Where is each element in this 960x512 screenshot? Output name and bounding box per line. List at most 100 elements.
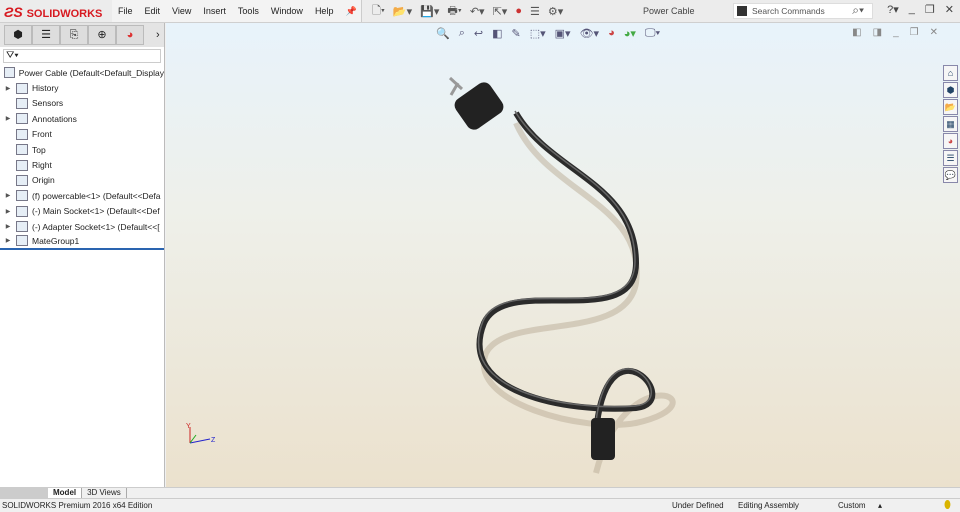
open-icon[interactable]: 📂▾ — [393, 5, 412, 18]
plane-icon — [16, 128, 28, 140]
command-icon — [737, 6, 747, 16]
edition-label: SOLIDWORKS Premium 2016 x64 Edition — [2, 501, 153, 510]
menu-edit[interactable]: Edit — [145, 6, 161, 16]
dimxpert-tab[interactable]: ⊕ — [88, 25, 116, 45]
design-library-icon[interactable]: ⬢ — [943, 82, 958, 98]
expand-arrow-icon[interactable]: ▶ — [0, 208, 16, 215]
bottom-tabs: Model 3D Views — [0, 487, 960, 498]
view-palette-icon[interactable]: ▦ — [943, 116, 958, 132]
displaymanager-tab[interactable]: ◕ — [116, 25, 144, 45]
menu-view[interactable]: View — [172, 6, 191, 16]
tree-item-label: MateGroup1 — [32, 235, 80, 246]
graphics-area[interactable]: 🔍 ⌕ ↩ ◧ ✎ ⬚▾ ▣▾ 👁▾ ◕ ◕▾ 🖵▾ ◧ ◨ _ ❐ ✕ YZ … — [166, 23, 960, 487]
plug-main — [448, 76, 504, 130]
expand-arrow-icon[interactable]: ▶ — [0, 223, 16, 230]
axis-triad: YZ — [186, 423, 216, 444]
print-icon[interactable]: 🖶▾ — [447, 2, 461, 21]
menu-file[interactable]: File — [118, 6, 133, 16]
document-title: Power Cable — [643, 6, 695, 16]
file-properties-icon[interactable]: ☰ — [530, 5, 540, 18]
tree-item[interactable]: Origin — [0, 173, 164, 188]
tree-item[interactable]: Right — [0, 157, 164, 172]
search-commands-input[interactable]: Search Commands ⌕▾ — [733, 3, 873, 19]
feature-manager-panel: ⬢ ☰ ⎘ ⊕ ◕ › ⛛▾ Power Cable (Default<Defa… — [0, 23, 165, 487]
window-controls: ?▾ _ ❐ ✕ — [887, 3, 954, 16]
select-icon[interactable]: ⇱▾ — [493, 5, 508, 18]
history-folder-icon — [16, 82, 28, 94]
home-icon[interactable]: ⌂ — [943, 65, 958, 81]
minimize-button[interactable]: _ — [909, 3, 915, 16]
tab-3d-views[interactable]: 3D Views — [82, 488, 127, 498]
title-bar: ƧS SOLIDWORKS File Edit View Insert Tool… — [0, 0, 960, 23]
tree-item-label: Annotations — [32, 113, 77, 124]
save-icon[interactable]: 💾▾ — [420, 5, 439, 18]
expand-arrow-icon[interactable]: ▶ — [0, 85, 16, 92]
rebuild-icon[interactable]: ● — [515, 5, 522, 17]
tree-item-label: Front — [32, 129, 52, 140]
tree-item[interactable]: ▶ (f) powercable<1> (Default<<Defa — [0, 188, 164, 203]
options-gear-icon[interactable]: ⚙▾ — [548, 5, 563, 18]
rebuild-status-icon[interactable]: ⬮ — [944, 499, 951, 512]
menu-window[interactable]: Window — [271, 6, 303, 16]
units-dropdown-icon[interactable]: ▴ — [878, 499, 882, 512]
tabs-more-chevron-icon[interactable]: › — [156, 29, 160, 41]
tree-item-label: Top — [32, 144, 46, 155]
tree-item[interactable]: Top — [0, 142, 164, 157]
tree-root-label: Power Cable (Default<Default_Display — [18, 67, 164, 78]
mates-icon — [16, 235, 28, 247]
menu-insert[interactable]: Insert — [203, 6, 226, 16]
tree-item[interactable]: ▶ (-) Adapter Socket<1> (Default<<[ — [0, 219, 164, 234]
manager-tabs: ⬢ ☰ ⎘ ⊕ ◕ › — [0, 23, 164, 47]
tree-item-label: Origin — [32, 175, 55, 186]
undo-icon[interactable]: ↶▾ — [470, 5, 485, 18]
file-explorer-icon[interactable]: 📂 — [943, 99, 958, 115]
cable-model: YZ — [186, 76, 676, 474]
featuremanager-tab[interactable]: ⬢ — [4, 25, 32, 45]
status-bar: SOLIDWORKS Premium 2016 x64 Edition Unde… — [0, 498, 960, 512]
search-icon[interactable]: ⌕▾ — [852, 3, 864, 17]
expand-arrow-icon[interactable]: ▶ — [0, 237, 16, 244]
standard-toolbar: 🗋▾ 📂▾ 💾▾ 🖶▾ ↶▾ ⇱▾ ● ☰ ⚙▾ — [372, 3, 563, 19]
help-icon[interactable]: ?▾ — [887, 3, 899, 16]
tab-model[interactable]: Model — [48, 488, 83, 498]
propertymanager-tab[interactable]: ☰ — [32, 25, 60, 45]
tree-root[interactable]: Power Cable (Default<Default_Display — [0, 65, 164, 80]
tree-item-label: Sensors — [32, 98, 64, 109]
menu-tools[interactable]: Tools — [238, 6, 259, 16]
tree-item-label: (f) powercable<1> (Default<<Defa — [32, 190, 161, 201]
menu-help[interactable]: Help — [315, 6, 334, 16]
configurationmanager-tab[interactable]: ⎘ — [60, 25, 88, 45]
tree-item[interactable]: ▶ (-) Main Socket<1> (Default<<Def — [0, 204, 164, 219]
tab-scroll-arrows[interactable] — [0, 488, 48, 498]
definition-status: Under Defined — [672, 501, 724, 510]
custom-properties-icon[interactable]: ☰ — [943, 150, 958, 166]
tree-item-label: (-) Adapter Socket<1> (Default<<[ — [32, 221, 160, 232]
new-icon[interactable]: 🗋▾ — [372, 2, 385, 21]
forum-icon[interactable]: 💬 — [943, 167, 958, 183]
close-button[interactable]: ✕ — [945, 3, 954, 16]
tree-item[interactable]: ▶ Annotations — [0, 111, 164, 126]
task-pane-tabs: ⌂ ⬢ 📂 ▦ ◕ ☰ 💬 — [943, 65, 960, 183]
feature-tree: Power Cable (Default<Default_Display ▶ Hi… — [0, 65, 164, 250]
menu-bar: File Edit View Insert Tools Window Help … — [112, 0, 362, 22]
restore-button[interactable]: ❐ — [925, 3, 935, 16]
expand-arrow-icon[interactable]: ▶ — [0, 115, 16, 122]
svg-text:Z: Z — [211, 437, 216, 444]
solidworks-logo[interactable]: ƧS SOLIDWORKS — [4, 2, 110, 22]
pin-icon[interactable]: 📌 — [345, 6, 356, 17]
editing-mode: Editing Assembly — [738, 501, 799, 510]
plane-icon — [16, 159, 28, 171]
tree-filter[interactable]: ⛛▾ — [3, 49, 161, 63]
tree-item[interactable]: ▶ History — [0, 80, 164, 95]
assembly-icon — [4, 67, 15, 79]
appearances-icon[interactable]: ◕ — [943, 133, 958, 149]
part-icon — [16, 221, 28, 233]
tree-item-label: History — [32, 83, 59, 94]
tree-item[interactable]: Front — [0, 127, 164, 142]
search-placeholder: Search Commands — [752, 6, 825, 16]
tree-item[interactable]: ▶ MateGroup1 — [0, 234, 164, 250]
expand-arrow-icon[interactable]: ▶ — [0, 192, 16, 199]
tree-item[interactable]: Sensors — [0, 96, 164, 111]
units-selector[interactable]: Custom — [838, 499, 866, 512]
svg-text:Y: Y — [186, 423, 191, 430]
